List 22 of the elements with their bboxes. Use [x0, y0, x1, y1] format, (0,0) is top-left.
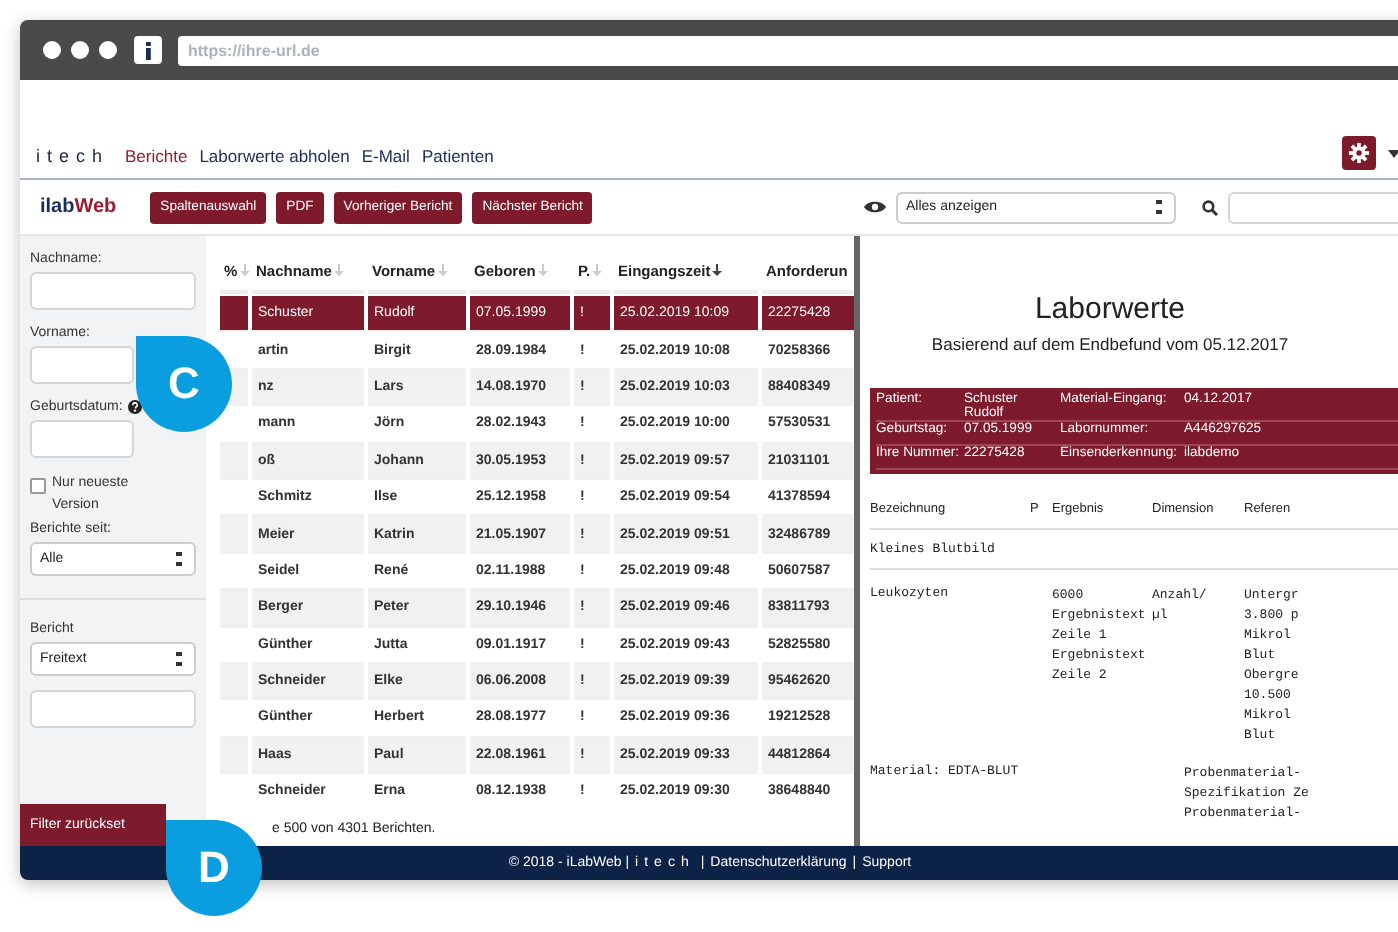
window-dots-icon — [42, 40, 118, 60]
search-field[interactable] — [1228, 191, 1398, 223]
report-subtitle: Basierend auf dem Endbefund vom 05.12.2017 — [929, 334, 1291, 354]
help-icon — [128, 400, 143, 414]
nav-link[interactable]: Patienten — [421, 146, 494, 170]
report-title: Laborwerte — [1032, 292, 1188, 326]
input-field[interactable] — [30, 272, 196, 310]
ilabweb-logo: ilabWeb — [40, 196, 117, 218]
nav-link[interactable]: Berichte — [125, 146, 188, 170]
input-field[interactable] — [30, 690, 196, 728]
info-icon — [134, 36, 162, 64]
caret-icon[interactable] — [1388, 150, 1398, 158]
settings-button[interactable] — [1342, 136, 1376, 170]
nav-link[interactable]: E-Mail — [361, 146, 410, 170]
input-field[interactable] — [30, 346, 134, 384]
nav-link[interactable]: Laborwerte abholen — [199, 146, 350, 170]
callout-badge: D — [166, 820, 262, 916]
checkbox[interactable] — [30, 478, 46, 494]
eye-icon — [864, 200, 886, 214]
input-field[interactable] — [30, 420, 134, 458]
itech-logo: itech — [36, 146, 110, 170]
search-icon — [1202, 199, 1218, 215]
